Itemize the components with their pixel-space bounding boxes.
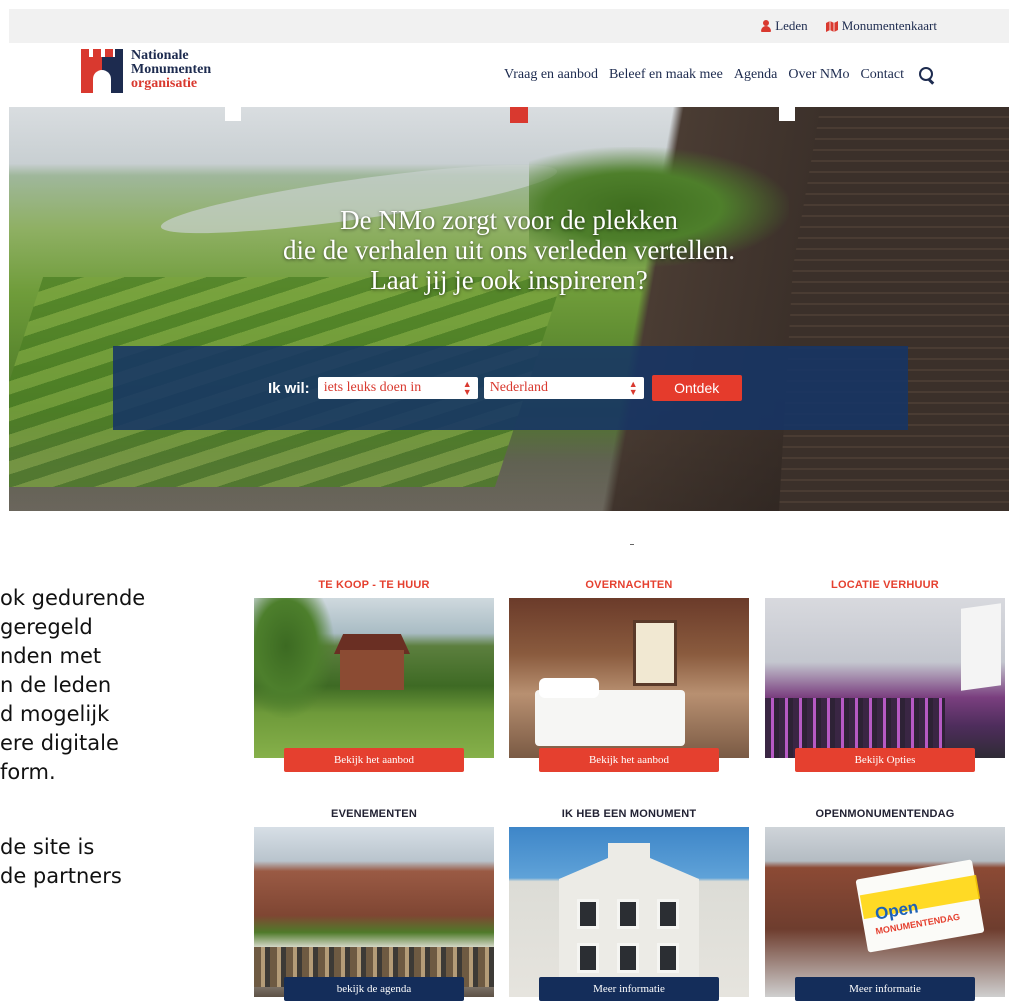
- ontdek-button[interactable]: Ontdek: [651, 375, 742, 401]
- side-line: n de leden: [0, 673, 112, 697]
- select-arrows-icon: ▲ ▼: [462, 379, 472, 397]
- window-shape: [657, 943, 679, 973]
- hero-tower-shape: [779, 107, 1009, 511]
- hero-title-line-2: die de verhalen uit ons verleden vertell…: [282, 235, 736, 265]
- hero-tab-center: [510, 107, 528, 123]
- window-shape: [617, 899, 639, 929]
- bekijk-de-agenda-button[interactable]: bekijk de agenda: [284, 977, 464, 1001]
- side-line: d mogelijk: [0, 702, 110, 726]
- side-text: ok gedurende geregeld nden met n de lede…: [0, 584, 220, 891]
- region-select-value: Nederland: [489, 380, 548, 395]
- hero-tab-right: [779, 107, 795, 121]
- window-shape: [577, 899, 599, 929]
- window-shape: [577, 943, 599, 973]
- logo-text: Nationale Monumenten organisatie: [131, 49, 211, 91]
- logo-line-3: organisatie: [131, 76, 198, 91]
- card-title: IK HEB EEN MONUMENT: [561, 808, 697, 820]
- nav-beleef-en-maak-mee[interactable]: Beleef en maak mee: [609, 67, 723, 83]
- main-menu: Vraag en aanbod Beleef en maak mee Agend…: [504, 67, 935, 83]
- card-image-facade[interactable]: [509, 827, 749, 997]
- search-panel: Ik wil: iets leuks doen in ▲ ▼ Nederland …: [113, 346, 908, 430]
- castle-logo-icon: [81, 49, 123, 93]
- nav-contact[interactable]: Contact: [860, 67, 904, 83]
- side-line: de partners: [0, 864, 122, 888]
- nav-agenda[interactable]: Agenda: [734, 67, 778, 83]
- logo[interactable]: Nationale Monumenten organisatie: [81, 49, 211, 93]
- side-line: de site is: [0, 835, 95, 859]
- card-image-openmonumentendag[interactable]: Open MONUMENTENDAG: [765, 827, 1005, 997]
- monumentenkaart-link[interactable]: Monumentenkaart: [825, 18, 937, 34]
- search-row: Ik wil: iets leuks doen in ▲ ▼ Nederland …: [268, 375, 742, 401]
- card-image-house[interactable]: [254, 598, 494, 758]
- leden-link[interactable]: Leden: [761, 18, 808, 34]
- side-line: nden met: [0, 644, 102, 668]
- map-icon: [825, 20, 838, 32]
- card-image-room[interactable]: [509, 598, 749, 758]
- nav-over-nmo[interactable]: Over NMo: [788, 67, 849, 83]
- card-title: TE KOOP - TE HUUR: [318, 579, 430, 591]
- nav-vraag-en-aanbod[interactable]: Vraag en aanbod: [504, 67, 598, 83]
- window-shape: [617, 943, 639, 973]
- pillow-shape: [539, 678, 599, 698]
- bekijk-het-aanbod-button[interactable]: Bekijk het aanbod: [539, 748, 719, 772]
- side-line: form.: [0, 760, 56, 784]
- tree-shape: [254, 598, 334, 718]
- top-links: Leden Monumentenkaart: [761, 18, 937, 34]
- activity-select[interactable]: iets leuks doen in ▲ ▼: [317, 377, 478, 399]
- divider-dot: [630, 544, 634, 545]
- screen-shape: [961, 603, 1001, 691]
- logo-line-2: Monumenten: [131, 62, 212, 77]
- side-line: geregeld: [0, 615, 93, 639]
- user-icon: [761, 20, 772, 32]
- bekijk-het-aanbod-button[interactable]: Bekijk het aanbod: [284, 748, 464, 772]
- hero-title-line-1: De NMo zorgt voor de plekken: [340, 205, 678, 235]
- leden-label: Leden: [775, 18, 808, 33]
- card-image-hall[interactable]: [765, 598, 1005, 758]
- hero-title-line-3: Laat jij je ook inspireren?: [370, 265, 648, 295]
- meer-informatie-button[interactable]: Meer informatie: [539, 977, 719, 1001]
- hero-banner: De NMo zorgt voor de plekken die de verh…: [9, 107, 1009, 511]
- main-navbar: Nationale Monumenten organisatie Vraag e…: [9, 43, 1009, 107]
- activity-select-value: iets leuks doen in: [323, 380, 422, 395]
- select-arrows-icon: ▲ ▼: [628, 379, 638, 397]
- side-line: ok gedurende: [0, 586, 146, 610]
- hero-tab-left: [225, 107, 241, 121]
- top-utility-bar: Leden Monumentenkaart: [9, 9, 1009, 43]
- bekijk-opties-button[interactable]: Bekijk Opties: [795, 748, 975, 772]
- card-title: EVENEMENTEN: [331, 808, 417, 820]
- hero-title: De NMo zorgt voor de plekken die de verh…: [9, 205, 1009, 295]
- card-image-castle[interactable]: [254, 827, 494, 997]
- side-line: ere digitale: [0, 731, 119, 755]
- monumentenkaart-label: Monumentenkaart: [841, 18, 937, 33]
- meer-informatie-button[interactable]: Meer informatie: [795, 977, 975, 1001]
- window-shape: [633, 620, 677, 686]
- house-shape: [340, 650, 404, 690]
- search-icon[interactable]: [919, 67, 935, 83]
- site-frame: Leden Monumentenkaart Nationale Monument…: [9, 9, 1009, 511]
- region-select[interactable]: Nederland ▲ ▼: [483, 377, 644, 399]
- card-title: OPENMONUMENTENDAG: [815, 808, 955, 820]
- card-title: LOCATIE VERHUUR: [831, 579, 939, 591]
- logo-line-1: Nationale: [131, 48, 189, 63]
- ik-wil-label: Ik wil:: [268, 379, 310, 397]
- bed-shape: [535, 690, 685, 746]
- card-title: OVERNACHTEN: [585, 579, 673, 591]
- window-shape: [657, 899, 679, 929]
